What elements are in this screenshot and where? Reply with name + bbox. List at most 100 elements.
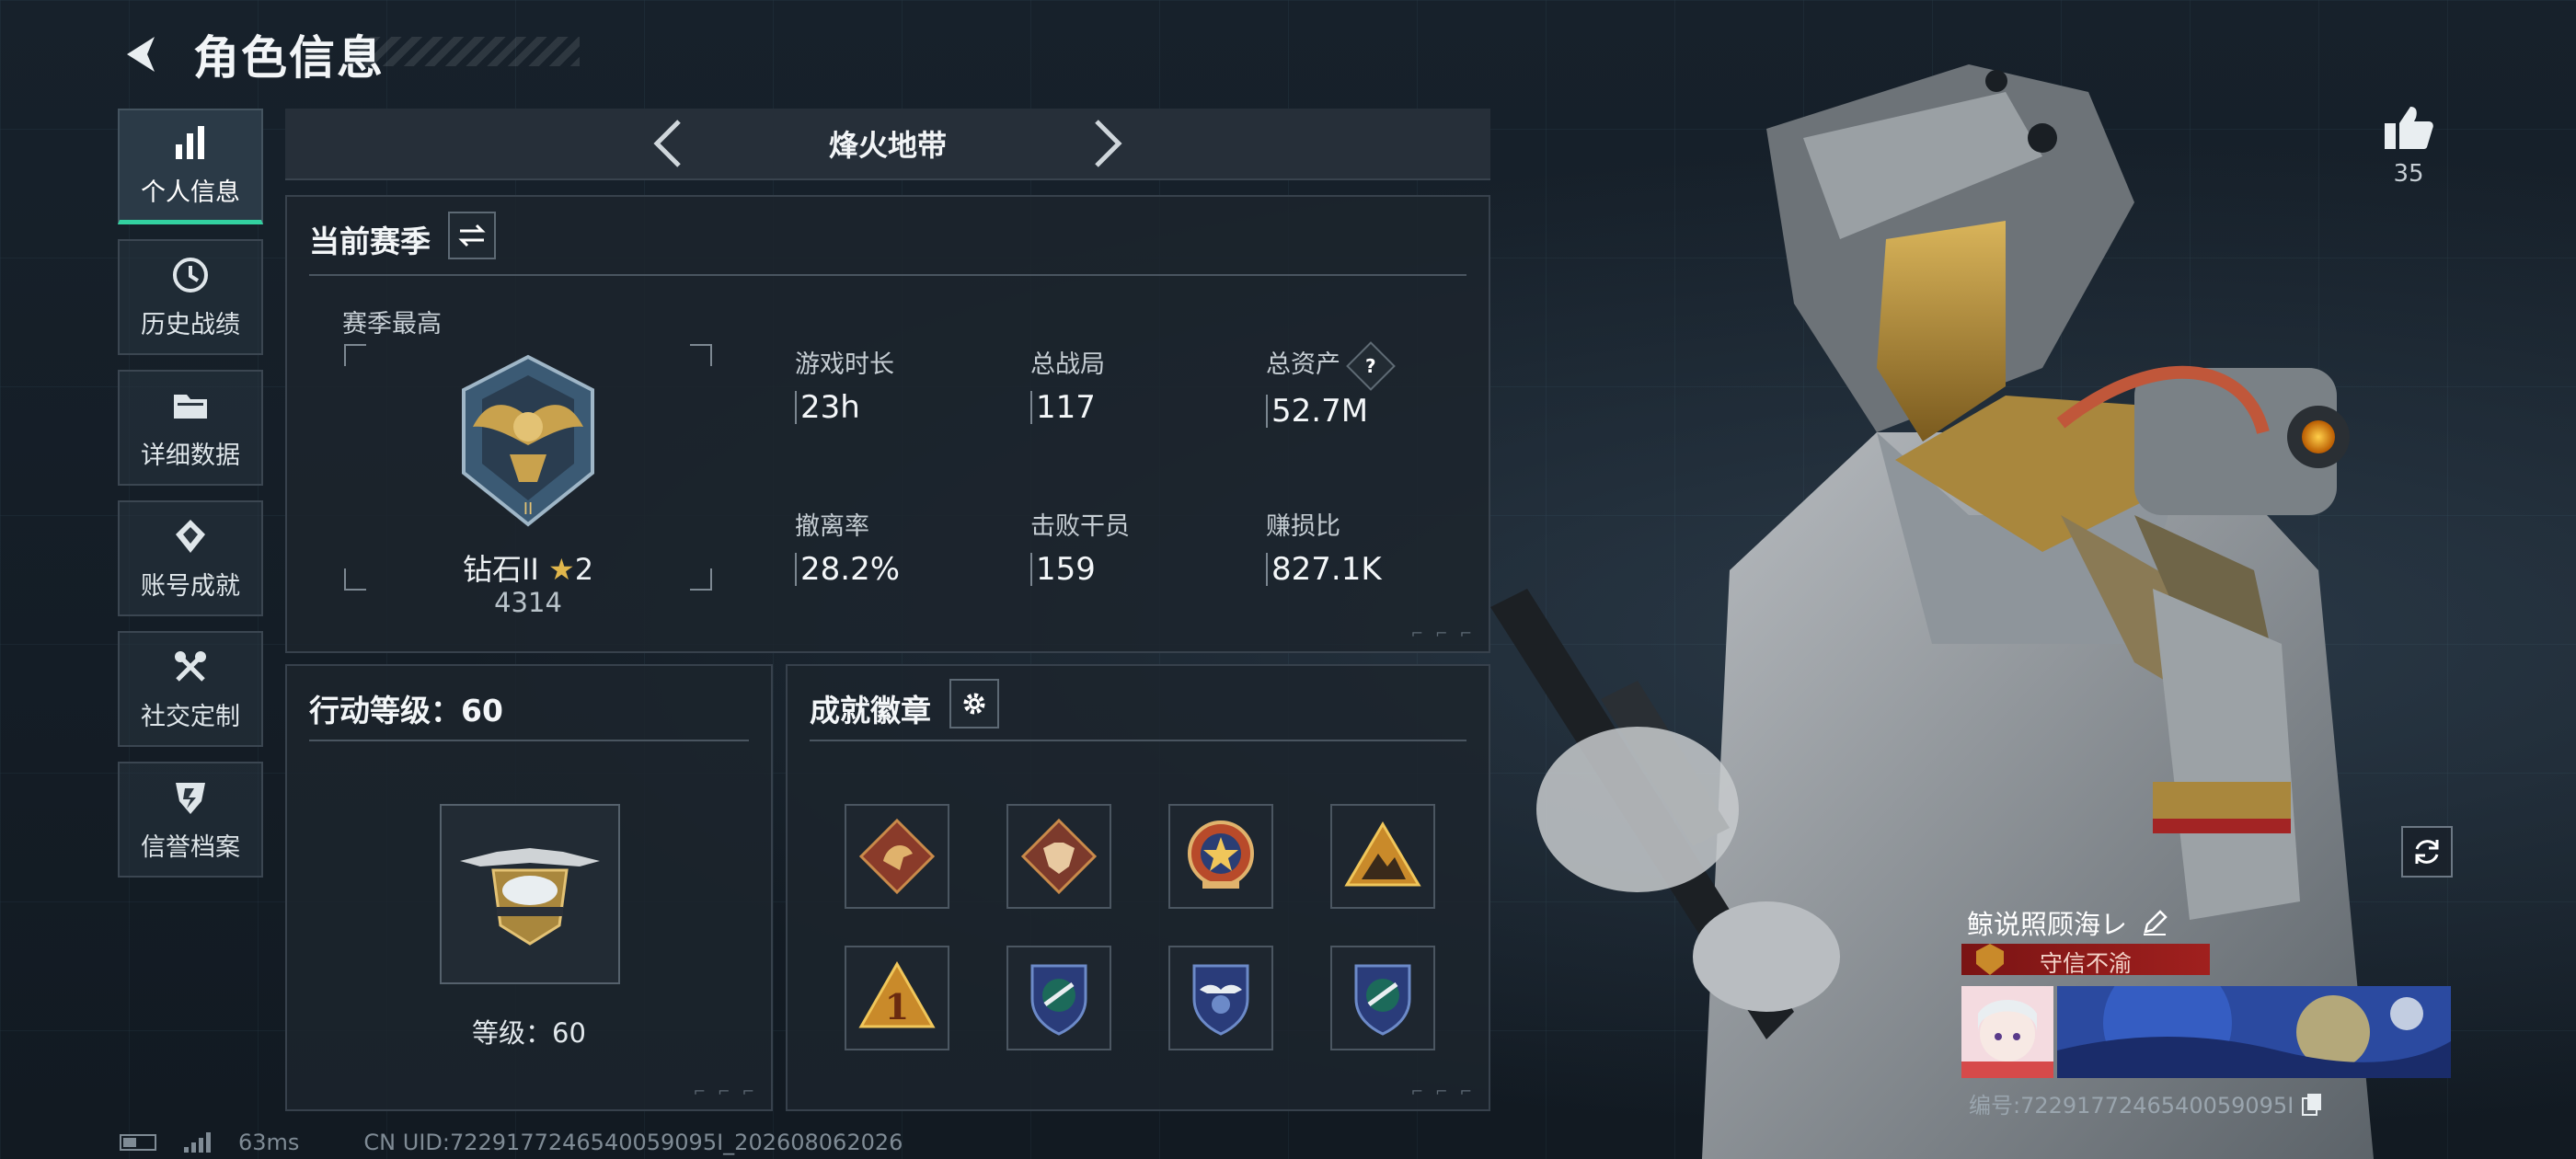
mountain-badge-icon xyxy=(1344,821,1421,887)
stat-value: 117 xyxy=(1030,391,1251,424)
stat-operators-defeated: 击败干员 159 xyxy=(1030,506,1251,586)
mode-title: 烽火地带 xyxy=(828,128,947,163)
ping-value: 63ms xyxy=(238,1130,300,1155)
sidebar-item-label: 历史战绩 xyxy=(141,310,240,339)
divider xyxy=(309,274,1466,276)
sidebar-item-history[interactable]: 历史战绩 xyxy=(118,239,263,355)
prev-mode-button[interactable] xyxy=(639,116,695,171)
profile-banner xyxy=(2057,986,2451,1078)
chevron-left-icon xyxy=(653,120,681,167)
star-emblem-icon xyxy=(1188,820,1254,889)
refresh-appearance-button[interactable] xyxy=(2401,826,2453,878)
stat-playtime: 游戏时长 23h xyxy=(795,344,1016,424)
sidebar: 个人信息 历史战绩 详细数据 账号成就 社交定制 信誉档案 xyxy=(118,109,265,892)
stat-value: 159 xyxy=(1030,553,1251,586)
stat-label: 总资产 xyxy=(1266,350,1340,379)
uid-text: CN UID:7229177246540059095I_202608062026 xyxy=(363,1130,903,1155)
battery-icon xyxy=(120,1134,156,1151)
folder-icon xyxy=(174,394,207,419)
stat-profit-loss-ratio: 赚损比 827.1K xyxy=(1266,506,1487,586)
player-card: 鲸说照顾海レ 守信不渝 编号:7229177246540059095I xyxy=(1960,903,2456,1124)
rank-tier: 钻石II xyxy=(462,552,539,587)
title-tag: 守信不渝 xyxy=(1961,944,2210,977)
signal-icon xyxy=(184,1132,211,1153)
badge-slot[interactable] xyxy=(1168,804,1273,909)
badge-slot[interactable] xyxy=(845,804,949,909)
rank-stars: 2 xyxy=(574,552,594,587)
rank-score: 4314 xyxy=(494,587,562,618)
stat-label: 赚损比 xyxy=(1266,512,1340,541)
like-count: 35 xyxy=(2393,160,2424,188)
svg-text:1: 1 xyxy=(885,986,909,1027)
title-tag-text: 守信不渝 xyxy=(2039,950,2132,977)
helicopter-emblem-icon xyxy=(460,848,600,946)
sidebar-item-detail-data[interactable]: 详细数据 xyxy=(118,370,263,486)
stat-label: 总战局 xyxy=(1030,350,1105,379)
player-id: 编号:7229177246540059095I xyxy=(1969,1093,2294,1119)
wing-crest-icon xyxy=(1192,964,1249,1036)
dragon-badge-icon xyxy=(858,818,936,895)
season-best-label: 赛季最高 xyxy=(342,310,442,339)
stat-value: 23h xyxy=(795,391,1016,424)
badge-settings-button[interactable] xyxy=(949,679,999,729)
like-button[interactable]: 35 xyxy=(2381,103,2436,188)
number-one-badge-icon: 1 xyxy=(858,960,936,1028)
badge-slot[interactable] xyxy=(1330,946,1435,1050)
avatar-image xyxy=(1961,986,2053,1078)
help-mark: ? xyxy=(1365,354,1376,377)
sidebar-item-achievements[interactable]: 账号成就 xyxy=(118,500,263,616)
player-name-row: 鲸说照顾海レ xyxy=(1967,903,2168,942)
season-heading: 当前赛季 xyxy=(309,224,431,259)
panel-corner-decoration: ⌐ ⌐ ⌐ xyxy=(1410,1083,1476,1100)
next-mode-button[interactable] xyxy=(1081,116,1136,171)
copy-icon[interactable] xyxy=(2301,1092,2323,1116)
sidebar-item-personal-info[interactable]: 个人信息 xyxy=(118,109,263,224)
stat-label: 撤离率 xyxy=(795,512,869,541)
badge-slot[interactable] xyxy=(1006,946,1111,1050)
mode-selector: 烽火地带 xyxy=(285,109,1490,180)
player-id-row: 编号:7229177246540059095I xyxy=(1969,1087,2323,1119)
edit-pencil-icon[interactable] xyxy=(2142,910,2168,935)
rank-name: 钻石II ★2 xyxy=(344,546,712,589)
bar-chart-icon xyxy=(176,126,204,159)
badge-slot[interactable] xyxy=(1006,804,1111,909)
badge-slot[interactable] xyxy=(1168,946,1273,1050)
shield-crest-icon xyxy=(1354,964,1411,1036)
stat-value: 827.1K xyxy=(1266,553,1487,586)
back-arrow-icon[interactable] xyxy=(120,31,166,77)
badge-slot[interactable] xyxy=(1330,804,1435,909)
current-season-panel: 当前赛季 赛季最高 II 钻石II ★2 4314 游戏时长 23h 总战局 1… xyxy=(285,195,1490,653)
player-name: 鲸说照顾海レ xyxy=(1967,909,2128,940)
stat-total-assets: 总资产? 52.7M xyxy=(1266,340,1487,428)
stat-label: 游戏时长 xyxy=(795,350,894,379)
shield-crest-icon xyxy=(1030,964,1087,1036)
sidebar-item-label: 个人信息 xyxy=(141,178,240,207)
banner-image xyxy=(2057,986,2451,1078)
refresh-icon xyxy=(2415,840,2439,864)
thumbs-up-icon xyxy=(2385,107,2433,149)
svg-text:II: II xyxy=(523,499,534,519)
avatar[interactable] xyxy=(1961,986,2053,1078)
achievements-heading: 成就徽章 xyxy=(810,693,931,729)
gear-icon xyxy=(963,693,985,715)
switch-season-button[interactable] xyxy=(448,212,496,259)
swap-arrows-icon xyxy=(458,224,486,247)
action-level-badge[interactable] xyxy=(440,804,620,984)
level-text: 等级：60 xyxy=(472,1017,586,1049)
badge-slot[interactable]: 1 xyxy=(845,946,949,1050)
action-level-heading: 行动等级：60 xyxy=(309,693,503,729)
sidebar-item-label: 社交定制 xyxy=(141,702,240,731)
action-level-panel: 行动等级：60 等级：60 ⌐ ⌐ ⌐ xyxy=(285,664,773,1111)
stat-value: 28.2% xyxy=(795,553,1016,586)
sidebar-item-social[interactable]: 社交定制 xyxy=(118,631,263,747)
frame-corner xyxy=(344,344,366,366)
reputation-icon xyxy=(176,782,205,814)
sidebar-item-reputation[interactable]: 信誉档案 xyxy=(118,762,263,878)
sidebar-item-label: 详细数据 xyxy=(141,441,240,470)
diamond-rank-emblem-icon: II xyxy=(462,354,594,527)
help-icon[interactable]: ? xyxy=(1346,340,1396,391)
tools-icon xyxy=(175,650,206,682)
stat-label-row: 总资产? xyxy=(1266,340,1487,391)
stat-extraction-rate: 撤离率 28.2% xyxy=(795,506,1016,586)
panel-corner-decoration: ⌐ ⌐ ⌐ xyxy=(693,1083,758,1100)
